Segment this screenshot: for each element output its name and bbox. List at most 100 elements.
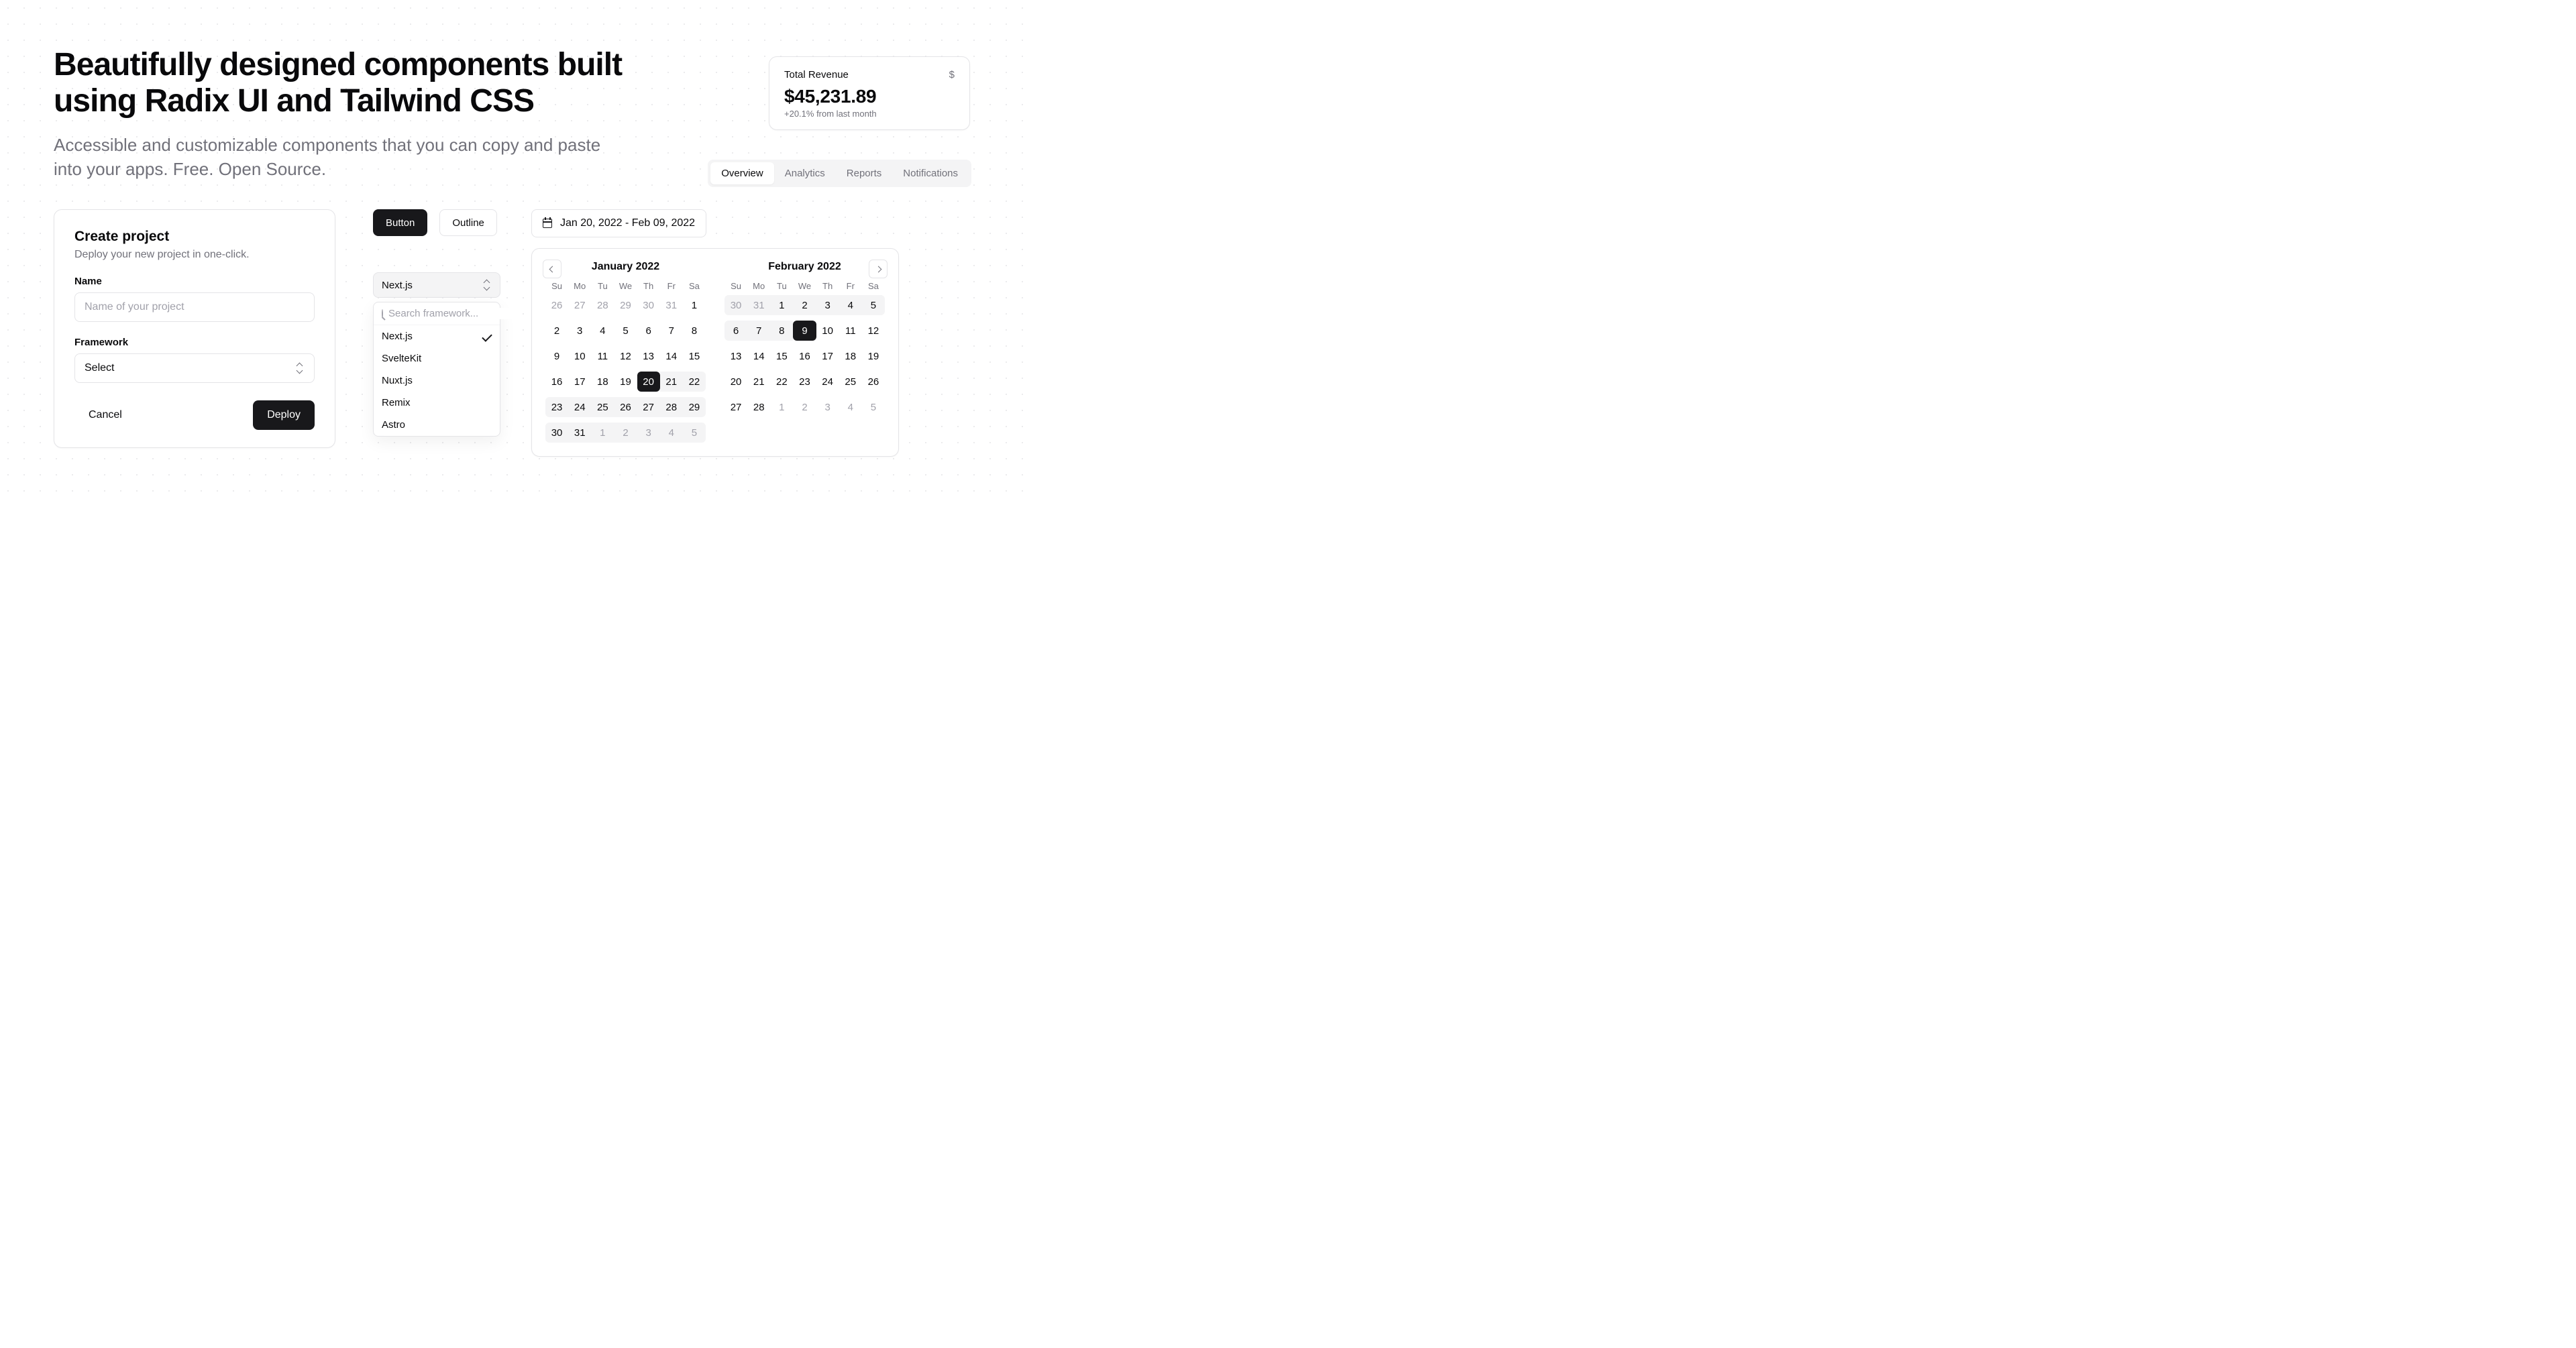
framework-select[interactable]: Select	[74, 353, 315, 383]
calendar-day[interactable]: 5	[862, 397, 885, 417]
calendar-day[interactable]: 5	[683, 423, 706, 443]
calendar-day[interactable]: 20	[637, 372, 660, 392]
calendar-day[interactable]: 24	[568, 397, 591, 417]
calendar-day[interactable]: 25	[591, 397, 614, 417]
calendar-day[interactable]: 3	[568, 321, 591, 341]
calendar-next-button[interactable]	[869, 260, 888, 278]
calendar-day[interactable]: 25	[839, 372, 862, 392]
name-label: Name	[74, 276, 315, 287]
calendar-day[interactable]: 31	[660, 295, 683, 315]
calendar-day[interactable]: 27	[637, 397, 660, 417]
calendar-day[interactable]: 16	[793, 346, 816, 366]
cancel-button[interactable]: Cancel	[74, 400, 136, 430]
calendar-day[interactable]: 31	[747, 295, 770, 315]
calendar-day[interactable]: 5	[862, 295, 885, 315]
date-range-button[interactable]: Jan 20, 2022 - Feb 09, 2022	[531, 209, 706, 237]
calendar-day[interactable]: 7	[747, 321, 770, 341]
calendar-day[interactable]: 28	[660, 397, 683, 417]
tab-notifications[interactable]: Notifications	[892, 162, 969, 184]
calendar-day[interactable]: 24	[816, 372, 839, 392]
chevron-right-icon	[875, 266, 881, 272]
calendar-day[interactable]: 2	[793, 295, 816, 315]
tab-overview[interactable]: Overview	[710, 162, 774, 184]
calendar-day[interactable]: 4	[591, 321, 614, 341]
project-name-input[interactable]	[74, 292, 315, 322]
calendar-day[interactable]: 22	[683, 372, 706, 392]
calendar-day[interactable]: 18	[839, 346, 862, 366]
calendar-day[interactable]: 29	[683, 397, 706, 417]
calendar-day[interactable]: 3	[816, 397, 839, 417]
calendar-day[interactable]: 26	[614, 397, 637, 417]
calendar-day[interactable]: 4	[839, 295, 862, 315]
calendar-day[interactable]: 21	[747, 372, 770, 392]
combobox-search-input[interactable]	[388, 308, 522, 319]
calendar-day[interactable]: 10	[816, 321, 839, 341]
calendar-day[interactable]: 6	[724, 321, 747, 341]
calendar-day[interactable]: 19	[862, 346, 885, 366]
calendar-day[interactable]: 20	[724, 372, 747, 392]
calendar-day[interactable]: 26	[545, 295, 568, 315]
calendar-day[interactable]: 29	[614, 295, 637, 315]
calendar-day[interactable]: 10	[568, 346, 591, 366]
calendar-day[interactable]: 21	[660, 372, 683, 392]
calendar-day[interactable]: 8	[770, 321, 793, 341]
tab-analytics[interactable]: Analytics	[774, 162, 836, 184]
calendar-day[interactable]: 2	[545, 321, 568, 341]
calendar-day[interactable]: 3	[637, 423, 660, 443]
calendar-day[interactable]: 30	[637, 295, 660, 315]
calendar-day[interactable]: 3	[816, 295, 839, 315]
combobox-trigger[interactable]: Next.js	[373, 272, 500, 298]
calendar-day[interactable]: 17	[568, 372, 591, 392]
calendar-day[interactable]: 1	[683, 295, 706, 315]
combobox-option[interactable]: Nuxt.js	[374, 370, 500, 392]
calendar-day[interactable]: 11	[839, 321, 862, 341]
calendar-day[interactable]: 14	[660, 346, 683, 366]
calendar-prev-button[interactable]	[543, 260, 561, 278]
calendar-day[interactable]: 4	[839, 397, 862, 417]
calendar-day[interactable]: 23	[545, 397, 568, 417]
calendar-day[interactable]: 31	[568, 423, 591, 443]
calendar-day[interactable]: 13	[724, 346, 747, 366]
primary-button-demo[interactable]: Button	[373, 209, 427, 236]
calendar-day[interactable]: 30	[724, 295, 747, 315]
calendar-day[interactable]: 27	[724, 397, 747, 417]
calendar-day[interactable]: 12	[862, 321, 885, 341]
calendar-day[interactable]: 28	[747, 397, 770, 417]
combobox-option[interactable]: Astro	[374, 414, 500, 436]
calendar-day[interactable]: 11	[591, 346, 614, 366]
calendar-day[interactable]: 18	[591, 372, 614, 392]
calendar-day[interactable]: 9	[793, 321, 816, 341]
calendar-day[interactable]: 15	[683, 346, 706, 366]
calendar-day[interactable]: 30	[545, 423, 568, 443]
calendar-day[interactable]: 23	[793, 372, 816, 392]
calendar-day[interactable]: 1	[770, 295, 793, 315]
calendar-day[interactable]: 16	[545, 372, 568, 392]
calendar-day[interactable]: 26	[862, 372, 885, 392]
calendar-day[interactable]: 14	[747, 346, 770, 366]
calendar-day[interactable]: 5	[614, 321, 637, 341]
create-project-heading: Create project	[74, 229, 315, 245]
calendar-day[interactable]: 17	[816, 346, 839, 366]
calendar-day[interactable]: 7	[660, 321, 683, 341]
combobox-option[interactable]: SvelteKit	[374, 347, 500, 370]
combobox-option[interactable]: Remix	[374, 392, 500, 414]
calendar-day[interactable]: 1	[770, 397, 793, 417]
combobox-option[interactable]: Next.js	[374, 325, 500, 347]
calendar-day[interactable]: 22	[770, 372, 793, 392]
calendar-day[interactable]: 1	[591, 423, 614, 443]
calendar-day[interactable]: 8	[683, 321, 706, 341]
calendar-day[interactable]: 15	[770, 346, 793, 366]
calendar-day[interactable]: 2	[614, 423, 637, 443]
calendar-day[interactable]: 9	[545, 346, 568, 366]
calendar-day[interactable]: 19	[614, 372, 637, 392]
calendar-day[interactable]: 27	[568, 295, 591, 315]
calendar-day[interactable]: 6	[637, 321, 660, 341]
calendar-day[interactable]: 4	[660, 423, 683, 443]
calendar-day[interactable]: 12	[614, 346, 637, 366]
outline-button-demo[interactable]: Outline	[439, 209, 497, 236]
deploy-button[interactable]: Deploy	[253, 400, 315, 430]
calendar-day[interactable]: 13	[637, 346, 660, 366]
tab-reports[interactable]: Reports	[836, 162, 893, 184]
calendar-day[interactable]: 2	[793, 397, 816, 417]
calendar-day[interactable]: 28	[591, 295, 614, 315]
